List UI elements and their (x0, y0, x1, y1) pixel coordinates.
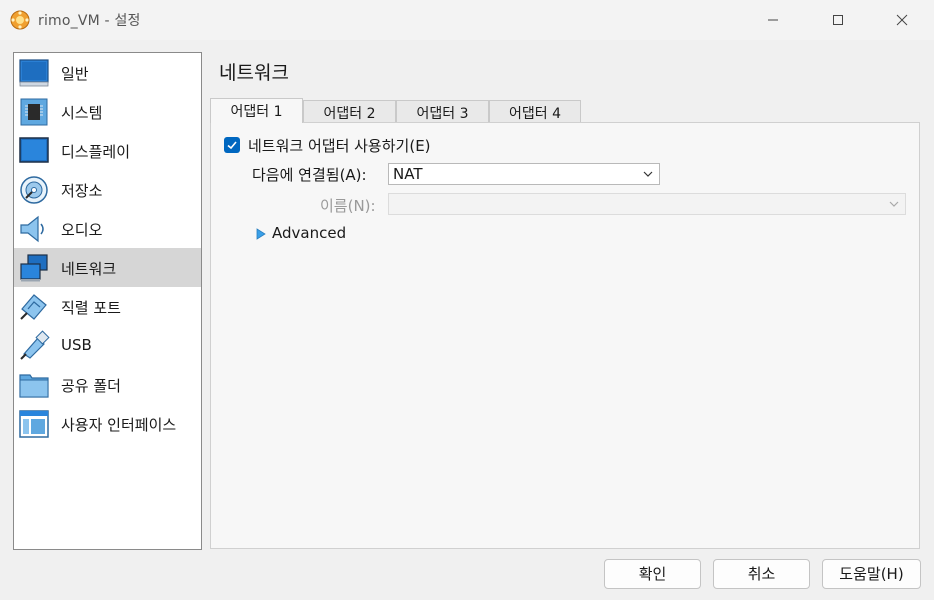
sidebar-item-display[interactable]: 디스플레이 (14, 131, 201, 170)
shared-folder-icon (19, 374, 49, 398)
sidebar-item-audio[interactable]: 오디오 (14, 209, 201, 248)
sidebar-item-label: 공유 폴더 (61, 377, 121, 395)
sidebar-item-label: 직렬 포트 (61, 299, 121, 317)
help-button[interactable]: 도움말(H) (822, 559, 921, 589)
adapter-name-label: 이름(N): (320, 197, 376, 215)
sidebar-item-storage[interactable]: 저장소 (14, 170, 201, 209)
system-chip-icon (20, 98, 48, 126)
storage-disk-icon (20, 176, 48, 204)
chevron-down-icon (889, 201, 899, 207)
advanced-label[interactable]: Advanced (272, 224, 346, 242)
sidebar-item-serial-port[interactable]: 직렬 포트 (14, 287, 201, 326)
close-button[interactable] (879, 0, 925, 40)
title-bar: rimo_VM - 설정 (0, 0, 934, 40)
sidebar-item-label: USB (61, 336, 92, 354)
checkmark-icon (227, 141, 237, 150)
tab-adapter-4[interactable]: 어댑터 4 (489, 100, 581, 122)
maximize-icon (833, 15, 843, 25)
adapter-panel (210, 122, 920, 549)
usb-icon (20, 330, 50, 360)
audio-speaker-icon (20, 215, 44, 243)
adapter-name-select (388, 193, 906, 215)
maximize-button[interactable] (815, 0, 861, 40)
tab-adapter-3[interactable]: 어댑터 3 (396, 100, 489, 122)
sidebar-item-label: 디스플레이 (61, 143, 131, 161)
enable-adapter-checkbox[interactable] (224, 137, 240, 153)
general-icon (19, 59, 49, 87)
attached-to-value: NAT (393, 165, 423, 183)
page-title: 네트워크 (219, 62, 289, 84)
attached-to-select[interactable]: NAT (388, 163, 660, 185)
attached-to-label: 다음에 연결됨(A): (252, 166, 367, 184)
window-title: rimo_VM - 설정 (38, 13, 141, 29)
sidebar-item-user-interface[interactable]: 사용자 인터페이스 (14, 404, 201, 443)
tab-adapter-1[interactable]: 어댑터 1 (210, 98, 303, 123)
sidebar-item-label: 일반 (61, 65, 89, 83)
close-icon (896, 14, 908, 26)
chevron-down-icon (643, 171, 653, 177)
sidebar-item-network[interactable]: 네트워크 (14, 248, 201, 287)
ok-button[interactable]: 확인 (604, 559, 701, 589)
display-icon (19, 137, 49, 163)
sidebar-item-label: 시스템 (61, 104, 103, 122)
sidebar-item-system[interactable]: 시스템 (14, 92, 201, 131)
serial-port-icon (20, 294, 47, 320)
sidebar-item-usb[interactable]: USB (14, 326, 201, 365)
sidebar-item-label: 저장소 (61, 182, 103, 200)
sidebar-item-label: 네트워크 (61, 260, 117, 278)
minimize-icon (768, 19, 778, 21)
minimize-button[interactable] (750, 0, 796, 40)
settings-category-list: 일반 시스템 디스플레이 저장소 오디오 네트워크 직렬 포트 USB 공유 폴… (13, 52, 202, 550)
sidebar-item-shared-folders[interactable]: 공유 폴더 (14, 365, 201, 404)
enable-adapter-label[interactable]: 네트워크 어댑터 사용하기(E) (248, 135, 431, 156)
sidebar-item-label: 오디오 (61, 221, 103, 239)
cancel-button[interactable]: 취소 (713, 559, 810, 589)
sidebar-item-general[interactable]: 일반 (14, 53, 201, 92)
network-icon (20, 254, 48, 282)
virtualbox-app-icon (10, 10, 30, 30)
user-interface-icon (19, 410, 49, 438)
sidebar-item-label: 사용자 인터페이스 (61, 416, 177, 434)
expand-triangle-icon (256, 228, 266, 240)
tab-adapter-2[interactable]: 어댑터 2 (303, 100, 396, 122)
